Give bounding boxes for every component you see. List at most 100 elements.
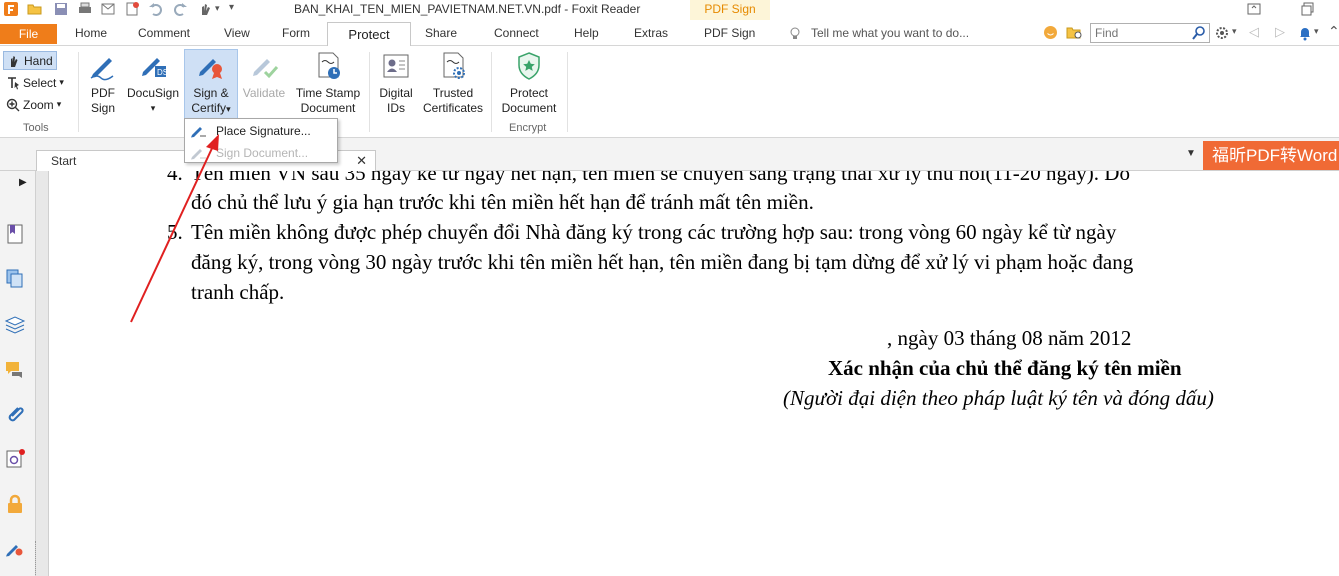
pdf-sign-label-2: Sign bbox=[90, 101, 116, 115]
smile-icon[interactable] bbox=[1043, 25, 1058, 40]
tab-share[interactable]: Share bbox=[425, 26, 457, 40]
context-tab-title: PDF Sign bbox=[690, 0, 770, 20]
sign-document-icon bbox=[191, 148, 206, 159]
ribbon-separator bbox=[567, 52, 568, 132]
select-dropdown-icon[interactable]: ▾ bbox=[59, 77, 64, 88]
save-icon[interactable] bbox=[53, 1, 69, 17]
digital-id-icon bbox=[383, 54, 409, 78]
restore-window-icon[interactable] bbox=[1300, 1, 1316, 17]
bell-icon[interactable] bbox=[1297, 25, 1313, 41]
new-icon[interactable] bbox=[124, 1, 140, 17]
customize-qa-icon[interactable]: ▾ bbox=[229, 2, 234, 13]
sign-document-label: Sign Document... bbox=[216, 145, 309, 160]
confirmation-subtitle: (Người đại diện theo pháp luật ký tên và… bbox=[783, 386, 1214, 410]
tab-list-dropdown-icon[interactable]: ▼ bbox=[1186, 148, 1196, 159]
docusign-button[interactable]: DS DocuSign ▾ bbox=[125, 50, 181, 120]
signature-panel-icon[interactable] bbox=[4, 448, 26, 470]
layers-icon[interactable] bbox=[4, 313, 26, 335]
tab-protect[interactable]: Protect bbox=[327, 22, 411, 47]
pdf-sign-icon bbox=[90, 58, 114, 81]
document-text-line: đăng ký, trong vòng 30 ngày trước khi tê… bbox=[191, 250, 1134, 274]
docusign-icon: DS bbox=[142, 58, 168, 77]
tab-connect[interactable]: Connect bbox=[494, 26, 539, 40]
time-stamp-label-1: Time Stamp bbox=[295, 86, 361, 100]
tab-home[interactable]: Home bbox=[75, 26, 107, 40]
promo-banner[interactable]: 福昕PDF转Word bbox=[1203, 141, 1339, 170]
select-label: Select bbox=[23, 75, 57, 90]
docusign-dropdown-icon[interactable]: ▾ bbox=[125, 101, 181, 116]
expand-panel-icon[interactable]: ▶ bbox=[19, 177, 27, 188]
protect-document-label-1: Protect bbox=[509, 86, 548, 100]
email-icon[interactable] bbox=[100, 1, 116, 17]
trusted-certificates-button[interactable]: Trusted Certificates bbox=[420, 50, 486, 120]
open-folder-icon[interactable] bbox=[27, 1, 43, 17]
pdf-sign-button[interactable]: PDF Sign bbox=[84, 50, 122, 120]
search-icon[interactable] bbox=[1191, 25, 1207, 41]
attachment-icon[interactable] bbox=[4, 403, 26, 425]
tab-comment[interactable]: Comment bbox=[138, 26, 190, 40]
list-number: 4. bbox=[167, 171, 183, 185]
tab-view[interactable]: View bbox=[224, 26, 250, 40]
zoom-label: Zoom bbox=[23, 97, 54, 112]
document-view[interactable]: 4. Tên miền VN sau 35 ngày kể từ ngày hế… bbox=[48, 171, 1339, 576]
close-tab-icon[interactable]: ✕ bbox=[356, 153, 367, 169]
sign-certify-label-2: Certify bbox=[191, 101, 227, 115]
tab-pdf-sign[interactable]: PDF Sign bbox=[704, 26, 755, 40]
list-number: 5. bbox=[167, 220, 183, 244]
prev-result-icon[interactable]: ◁ bbox=[1249, 24, 1259, 40]
pages-icon[interactable] bbox=[4, 268, 26, 290]
tell-me-box[interactable]: Tell me what you want to do... bbox=[811, 26, 969, 40]
redo-icon[interactable] bbox=[172, 1, 188, 17]
sign-certify-icon bbox=[199, 59, 222, 79]
next-result-icon[interactable]: ▷ bbox=[1275, 24, 1285, 40]
place-signature-menu-item[interactable]: Place Signature... bbox=[186, 120, 336, 141]
bell-dropdown-icon[interactable]: ▾ bbox=[1314, 26, 1319, 37]
zoom-icon bbox=[6, 98, 20, 111]
validate-button[interactable]: Validate bbox=[240, 50, 288, 120]
lock-icon[interactable] bbox=[4, 493, 26, 515]
sign-certify-label-1: Sign & bbox=[193, 86, 229, 100]
hand-tool-button[interactable]: Hand bbox=[3, 51, 57, 70]
tab-form[interactable]: Form bbox=[282, 26, 310, 40]
zoom-tool-button[interactable]: Zoom ▾ bbox=[3, 95, 64, 114]
bookmark-icon[interactable] bbox=[4, 223, 26, 245]
title-bar: ▾ ▾ BAN_KHAI_TEN_MIEN_PAVIETNAM.NET.VN.p… bbox=[0, 0, 1339, 20]
digital-ids-label-1: Digital bbox=[379, 86, 413, 100]
collapse-ribbon-icon[interactable]: ⌃ bbox=[1328, 23, 1339, 40]
svg-text:DS: DS bbox=[157, 68, 168, 77]
digital-ids-button[interactable]: Digital IDs bbox=[375, 50, 417, 120]
hand-tool-icon[interactable] bbox=[197, 1, 213, 17]
tab-extras[interactable]: Extras bbox=[634, 26, 668, 40]
sign-document-menu-item[interactable]: Sign Document... bbox=[186, 142, 336, 163]
find-folder-icon[interactable] bbox=[1066, 25, 1083, 40]
ribbon-separator bbox=[491, 52, 492, 132]
confirmation-title: Xác nhận của chủ thể đăng ký tên miền bbox=[828, 356, 1182, 380]
date-line: , ngày 03 tháng 08 năm 2012 bbox=[887, 326, 1132, 350]
undo-icon[interactable] bbox=[148, 1, 164, 17]
lightbulb-icon bbox=[790, 27, 800, 39]
tab-file[interactable]: File bbox=[0, 24, 57, 44]
start-tab-label: Start bbox=[51, 154, 77, 168]
tab-help[interactable]: Help bbox=[574, 26, 599, 40]
find-input[interactable] bbox=[1091, 24, 1187, 42]
sign-certify-button[interactable]: Sign & Certify▾ bbox=[184, 49, 238, 120]
zoom-dropdown-icon[interactable]: ▾ bbox=[57, 99, 62, 110]
document-text-line: đó chủ thể lưu ý gia hạn trước khi tên m… bbox=[191, 190, 814, 214]
docusign-label: DocuSign bbox=[126, 86, 180, 100]
window-title: BAN_KHAI_TEN_MIEN_PAVIETNAM.NET.VN.pdf -… bbox=[294, 2, 641, 16]
ribbon-display-icon[interactable] bbox=[1246, 1, 1262, 17]
qa-dropdown-icon[interactable]: ▾ bbox=[215, 3, 220, 14]
comments-icon[interactable] bbox=[4, 359, 26, 381]
sign-certify-dropdown-icon[interactable]: ▾ bbox=[226, 104, 231, 114]
gear-icon[interactable] bbox=[1214, 25, 1230, 41]
time-stamp-button[interactable]: Time Stamp Document bbox=[293, 50, 363, 120]
tools-group-label: Tools bbox=[23, 122, 49, 134]
gear-dropdown-icon[interactable]: ▾ bbox=[1232, 26, 1237, 37]
validate-label: Validate bbox=[242, 86, 286, 100]
find-box[interactable] bbox=[1090, 23, 1210, 43]
shield-icon bbox=[518, 52, 540, 80]
sign-certify-panel-icon[interactable] bbox=[4, 538, 26, 560]
protect-document-button[interactable]: Protect Document bbox=[496, 50, 562, 120]
select-tool-button[interactable]: Select ▾ bbox=[3, 73, 67, 92]
print-icon[interactable] bbox=[77, 1, 93, 17]
